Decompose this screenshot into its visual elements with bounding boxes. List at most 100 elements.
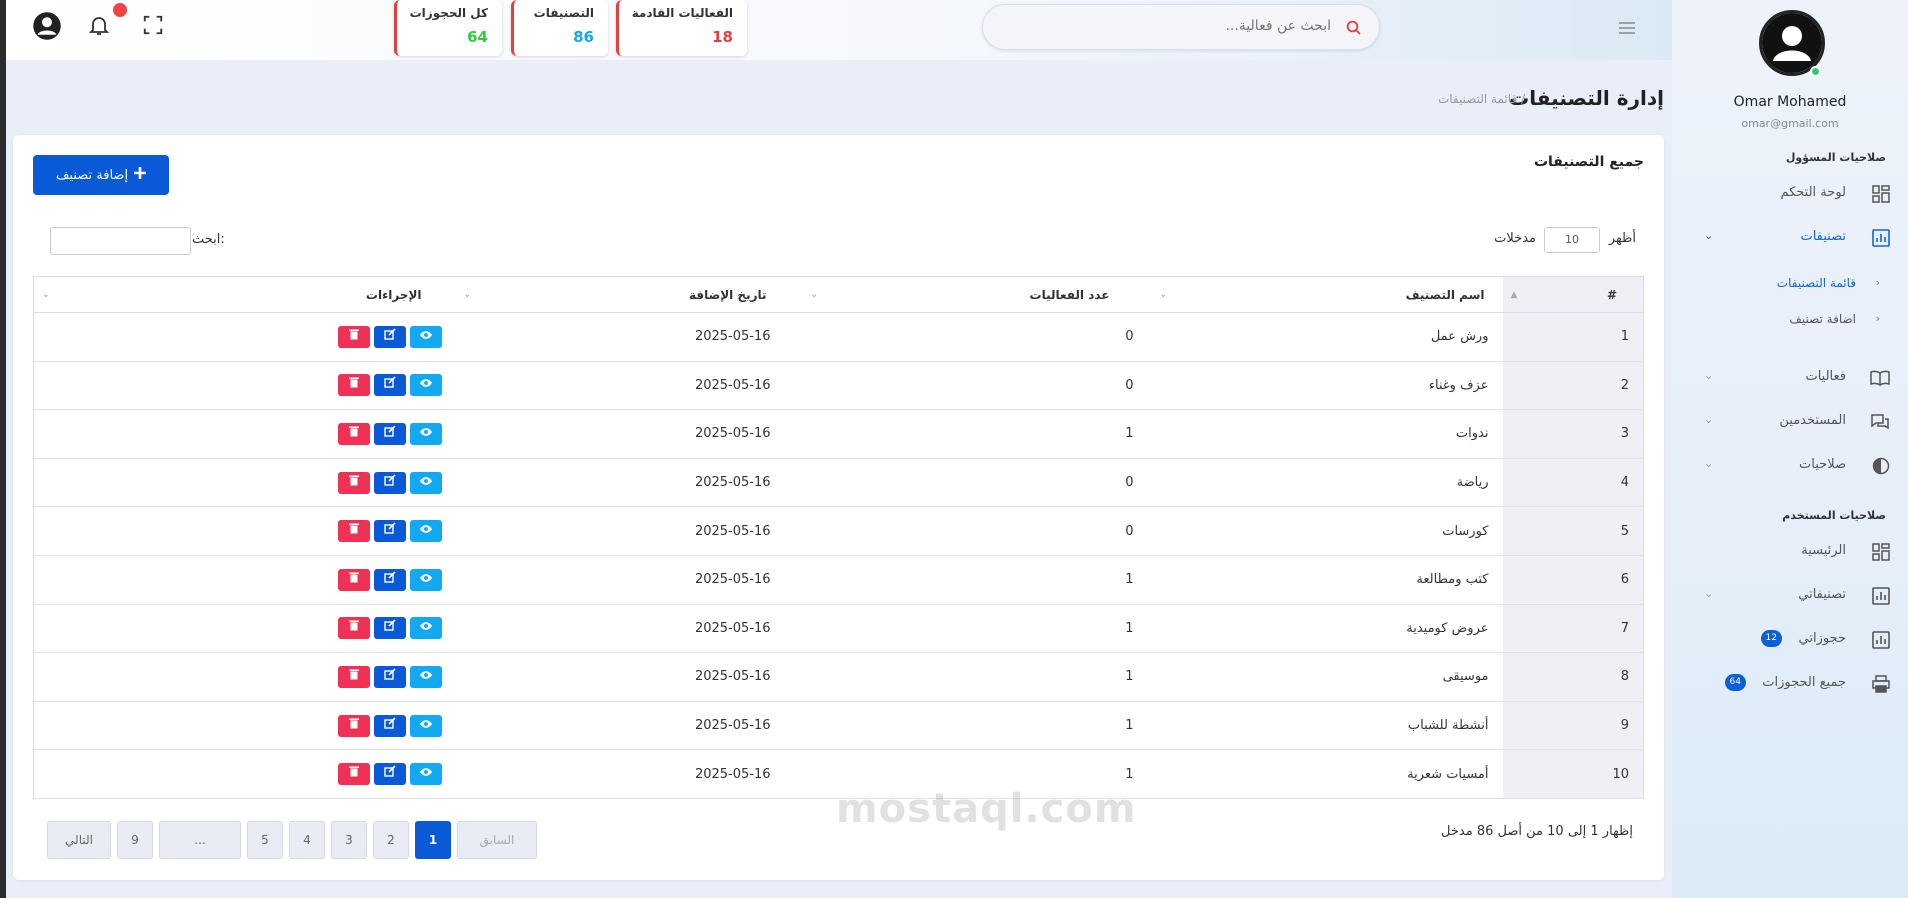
- edit-button[interactable]: [373, 763, 406, 786]
- cell-name: كورسات: [1151, 506, 1503, 556]
- stat-title: كل الحجوزات: [409, 6, 488, 20]
- delete-button[interactable]: [337, 617, 370, 640]
- view-button[interactable]: [409, 665, 442, 688]
- view-button[interactable]: [409, 422, 442, 445]
- view-button[interactable]: [409, 520, 442, 543]
- cell-date: 2025-05-16: [455, 749, 803, 799]
- cell-date: 2025-05-16: [455, 652, 803, 702]
- cell-actions: [33, 701, 456, 751]
- stat-value: 86: [573, 28, 594, 46]
- page-button[interactable]: 9: [117, 821, 153, 859]
- sidebar-subitem-label: اضافة تصنيف: [1789, 312, 1856, 326]
- fullscreen-icon[interactable]: [142, 14, 168, 40]
- table-row: 9 أنشطة للشباب 1 2025-05-16: [33, 701, 1644, 751]
- page-next-button[interactable]: التالي: [47, 821, 111, 859]
- delete-button[interactable]: [337, 520, 370, 543]
- delete-button[interactable]: [337, 665, 370, 688]
- eye-icon: [419, 574, 432, 582]
- edit-button[interactable]: [373, 325, 406, 348]
- plus-icon: [134, 167, 147, 183]
- cell-date: 2025-05-16: [455, 361, 803, 411]
- sidebar-item-categories[interactable]: تصنيفات ⌄: [1672, 223, 1908, 253]
- chevron-left-icon: ‹: [1875, 276, 1880, 289]
- top-bar: كل الحجوزات 64 التصنيفات 86 الفعاليات ال…: [6, 0, 1672, 60]
- eye-icon: [419, 671, 432, 679]
- table-search-input[interactable]: [50, 227, 191, 255]
- delete-button[interactable]: [337, 422, 370, 445]
- entries-per-page-select[interactable]: 10: [1544, 227, 1600, 253]
- edit-button[interactable]: [373, 714, 406, 737]
- edit-button[interactable]: [373, 422, 406, 445]
- column-header-name[interactable]: اسم التصنيف ⌄: [1151, 276, 1503, 313]
- sidebar-item-all-bookings[interactable]: جميع الحجوزات 64: [1672, 669, 1908, 699]
- page-button[interactable]: 2: [373, 821, 409, 859]
- edit-button[interactable]: [373, 520, 406, 543]
- menu-toggle-icon[interactable]: [1618, 20, 1636, 39]
- sidebar-item-home[interactable]: الرئيسية: [1672, 537, 1908, 567]
- sort-icon: ⌄: [463, 290, 472, 300]
- column-header-count[interactable]: عدد الفعاليات ⌄: [802, 276, 1152, 313]
- cell-actions: [33, 749, 456, 799]
- sidebar-item-dashboard[interactable]: لوحة التحكم: [1672, 179, 1908, 209]
- sidebar-item-my-categories[interactable]: تصنيفاتي ⌄: [1672, 581, 1908, 611]
- sidebar-item-label: فعاليات: [1805, 369, 1846, 384]
- categories-table: # ▲ اسم التصنيف ⌄ عدد الفعاليات ⌄ تاريخ الإ…: [33, 276, 1644, 799]
- delete-button[interactable]: [337, 714, 370, 737]
- page-title: إدارة التصنيفات: [1509, 86, 1664, 110]
- show-label: أظهر: [1608, 231, 1636, 246]
- sidebar-item-events[interactable]: فعاليات ⌄: [1672, 363, 1908, 393]
- edit-button[interactable]: [373, 568, 406, 591]
- search-icon[interactable]: [1345, 19, 1363, 41]
- view-button[interactable]: [409, 617, 442, 640]
- event-search: [982, 4, 1380, 50]
- delete-button[interactable]: [337, 568, 370, 591]
- sort-icon: ⌄: [42, 290, 50, 300]
- page-button-current[interactable]: 1: [415, 821, 451, 859]
- view-button[interactable]: [409, 714, 442, 737]
- view-button[interactable]: [409, 763, 442, 786]
- cell-count: 0: [802, 312, 1152, 362]
- delete-button[interactable]: [337, 763, 370, 786]
- eye-icon: [419, 476, 432, 485]
- sidebar-item-users[interactable]: المستخدمين ⌄: [1672, 407, 1908, 437]
- view-button[interactable]: [409, 568, 442, 591]
- edit-button[interactable]: [373, 471, 406, 494]
- sidebar-item-permissions[interactable]: صلاحيات ⌄: [1672, 451, 1908, 481]
- stat-value: 18: [712, 28, 733, 46]
- delete-button[interactable]: [337, 471, 370, 494]
- cell-count: 1: [802, 555, 1152, 605]
- view-button[interactable]: [409, 374, 442, 397]
- view-button[interactable]: [409, 471, 442, 494]
- search-input[interactable]: [1033, 17, 1333, 35]
- cell-num: 2: [1502, 361, 1644, 411]
- page-button[interactable]: 5: [247, 821, 283, 859]
- cell-name: موسيقى: [1151, 652, 1503, 702]
- breadcrumb[interactable]: / قائمة التصنيفات: [1438, 92, 1525, 106]
- cell-date: 2025-05-16: [455, 409, 803, 459]
- column-header-actions[interactable]: الإجراءات ⌄: [33, 276, 456, 313]
- edit-button[interactable]: [373, 374, 406, 397]
- sidebar-subitem-category-list[interactable]: ‹ قائمة التصنيفات: [1672, 273, 1908, 295]
- sidebar-item-my-bookings[interactable]: حجوزاتي 12: [1672, 625, 1908, 655]
- edit-button[interactable]: [373, 617, 406, 640]
- page-prev-button[interactable]: السابق: [457, 821, 537, 859]
- bell-icon[interactable]: [87, 13, 113, 39]
- sidebar-subitem-add-category[interactable]: ‹ اضافة تصنيف: [1672, 309, 1908, 331]
- cell-date: 2025-05-16: [455, 506, 803, 556]
- profile-icon[interactable]: [32, 11, 61, 40]
- column-header-num[interactable]: # ▲: [1502, 276, 1644, 313]
- chevron-down-icon: ⌄: [1704, 587, 1714, 600]
- delete-button[interactable]: [337, 374, 370, 397]
- table-row: 5 كورسات 0 2025-05-16: [33, 506, 1644, 556]
- edit-button[interactable]: [373, 665, 406, 688]
- column-header-date[interactable]: تاريخ الإضافة ⌄: [455, 276, 803, 313]
- view-button[interactable]: [409, 325, 442, 348]
- cell-num: 1: [1502, 312, 1644, 362]
- delete-button[interactable]: [337, 325, 370, 348]
- page-button[interactable]: 4: [289, 821, 325, 859]
- eye-icon: [419, 331, 432, 339]
- add-category-button[interactable]: إضافة تصنيف: [33, 155, 169, 195]
- page-button[interactable]: 3: [331, 821, 367, 859]
- cell-count: 1: [802, 701, 1152, 751]
- cell-num: 7: [1502, 604, 1644, 654]
